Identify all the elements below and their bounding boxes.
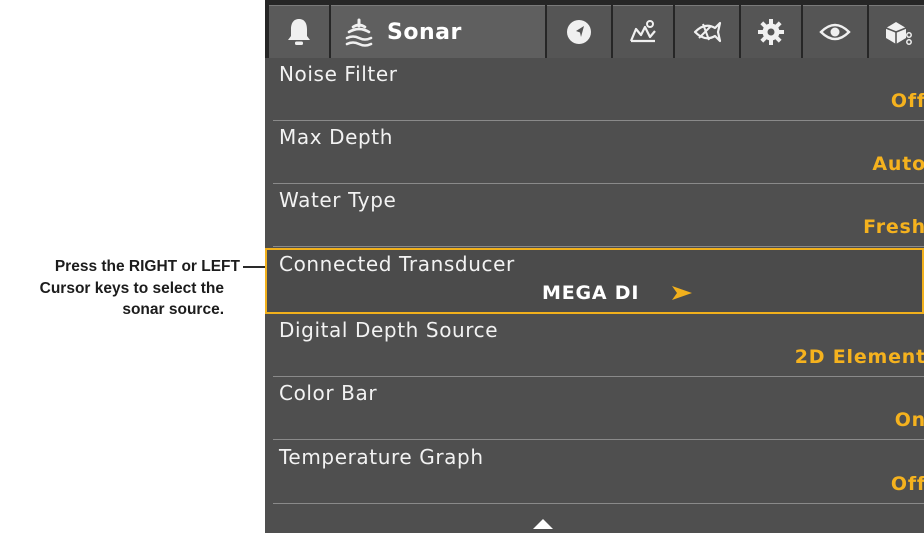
tab-accessories[interactable] [869, 5, 924, 58]
divider [273, 246, 924, 247]
tab-sonar[interactable]: Sonar [331, 5, 545, 58]
fish-finder-icon [691, 18, 723, 46]
menu-item-value: Auto [872, 153, 924, 175]
chart-map-icon [628, 19, 658, 45]
transducer-selection-value[interactable]: MEGA DI [542, 282, 639, 304]
callout-line-1: Press the RIGHT or LEFT [54, 258, 240, 275]
menu-item-label: Max Depth [279, 125, 394, 149]
menu-item-connected-transducer[interactable]: Connected Transducer MEGA DI [265, 248, 924, 314]
menu-item-value: Fresh [863, 216, 924, 238]
sonar-waves-icon [345, 17, 373, 47]
menu-item-value: Off [890, 473, 924, 495]
menu-item-color-bar[interactable]: Color Bar On [265, 377, 924, 440]
menu-item-temperature-graph[interactable]: Temperature Graph Off [265, 441, 924, 504]
menu-item-value: Off [890, 90, 924, 112]
menu-item-label: Digital Depth Source [279, 318, 499, 342]
tab-sonar-label: Sonar [387, 19, 462, 45]
callout-text: Press the RIGHT or LEFT Cursor keys to s… [0, 256, 262, 321]
menu-item-label: Noise Filter [279, 62, 398, 86]
menu-item-value: On [894, 409, 924, 431]
menu-item-max-depth[interactable]: Max Depth Auto [265, 121, 924, 184]
menu-item-label: Temperature Graph [279, 445, 484, 469]
callout-leader-line [243, 266, 265, 268]
tab-views[interactable] [803, 5, 867, 58]
menu-item-digital-depth-source[interactable]: Digital Depth Source 2D Element [265, 314, 924, 377]
menu-item-label: Color Bar [279, 381, 378, 405]
navigation-compass-icon [565, 18, 593, 46]
menu-item-label: Water Type [279, 188, 397, 212]
tab-navigation[interactable] [547, 5, 611, 58]
menu-item-water-type[interactable]: Water Type Fresh [265, 184, 924, 247]
chevron-right-icon[interactable] [671, 285, 693, 305]
sonar-menu-screen: Sonar Noise Filter Off Max Depth Auto Wa… [265, 0, 924, 533]
menu-item-value: 2D Element [794, 346, 924, 368]
scroll-up-arrow-icon[interactable] [532, 515, 554, 533]
views-eye-icon [819, 21, 851, 43]
alarm-bell-icon [286, 17, 312, 47]
tab-alarms[interactable] [269, 5, 329, 58]
callout-line-3: sonar source. [122, 301, 224, 318]
tab-setup[interactable] [741, 5, 801, 58]
tab-fishing[interactable] [675, 5, 739, 58]
accessories-icon [883, 18, 913, 46]
menu-item-label: Connected Transducer [279, 252, 515, 276]
tab-chart[interactable] [613, 5, 673, 58]
tab-bar: Sonar [265, 0, 924, 58]
menu-item-noise-filter[interactable]: Noise Filter Off [265, 58, 924, 121]
divider [273, 503, 924, 504]
divider [273, 439, 924, 440]
callout-line-2: Cursor keys to select the [39, 279, 224, 297]
settings-gear-icon [757, 18, 785, 46]
